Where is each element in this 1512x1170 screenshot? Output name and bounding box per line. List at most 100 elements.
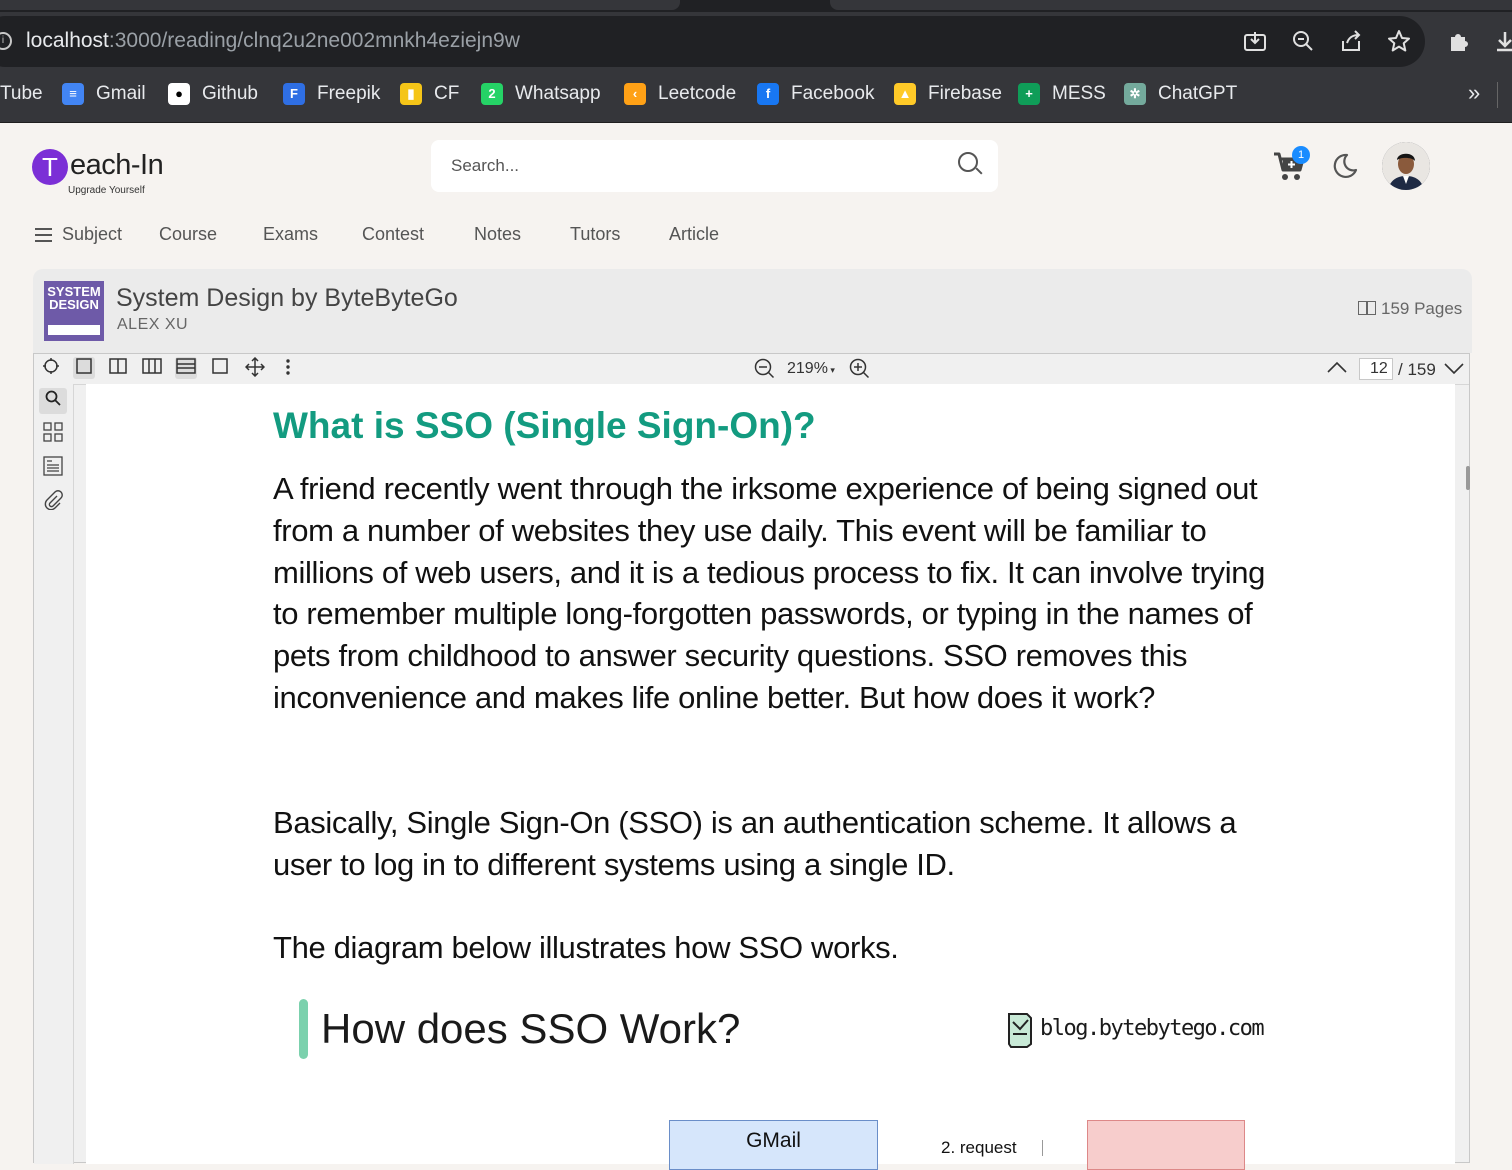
- zoom-in-icon[interactable]: [848, 357, 870, 379]
- previous-page-icon[interactable]: [1326, 357, 1348, 379]
- wrapped-scroll-icon[interactable]: [209, 357, 231, 379]
- nav-article[interactable]: Article: [669, 224, 719, 245]
- book-title: System Design by ByteByteGo: [116, 284, 458, 312]
- bookmark-label: Whatsapp: [515, 83, 601, 104]
- pan-tool-icon[interactable]: [244, 356, 266, 379]
- dual-page-view-icon[interactable]: [107, 357, 129, 379]
- zoom-level-select[interactable]: 219% ▾: [787, 360, 835, 378]
- bookmark-tube[interactable]: Tube: [0, 81, 43, 107]
- bookmark-freepik[interactable]: F Freepik: [283, 81, 380, 107]
- columns-view-icon[interactable]: [141, 357, 163, 379]
- user-avatar[interactable]: [1382, 142, 1430, 190]
- nav-contest[interactable]: Contest: [362, 224, 424, 245]
- theme-icon[interactable]: [40, 357, 62, 379]
- paragraph: The diagram below illustrates how SSO wo…: [273, 930, 899, 965]
- outline-icon[interactable]: [39, 456, 67, 482]
- thumbnails-icon[interactable]: [39, 422, 67, 448]
- leetcode-icon: ‹: [624, 83, 646, 105]
- book-author: ALEX XU: [117, 316, 189, 333]
- bookmark-firebase[interactable]: ▲ Firebase: [894, 81, 1002, 107]
- section-heading: What is SSO (Single Sign-On)?: [273, 405, 816, 446]
- nav-notes[interactable]: Notes: [474, 224, 521, 245]
- bookmark-cf[interactable]: ▮ CF: [400, 81, 459, 107]
- plus-icon: +: [1018, 83, 1040, 105]
- bookmark-facebook[interactable]: f Facebook: [757, 81, 874, 107]
- bookmark-label: Tube: [0, 83, 43, 104]
- diagram-accent-bar: [299, 999, 308, 1059]
- bookmark-label: Gmail: [96, 83, 146, 104]
- book-page-count: 159 Pages: [1358, 299, 1462, 319]
- logo-text[interactable]: each-In: [70, 149, 164, 182]
- bookmark-star-icon[interactable]: [1386, 29, 1412, 55]
- bookmark-label: Github: [202, 83, 258, 104]
- book-icon: [1358, 301, 1376, 315]
- nav-exams[interactable]: Exams: [263, 224, 318, 245]
- page-count-text: 159 Pages: [1381, 299, 1463, 318]
- single-page-view-icon[interactable]: [73, 357, 95, 379]
- firebase-icon: ▲: [894, 83, 916, 105]
- diagram-node-label: GMail: [746, 1129, 801, 1152]
- menu-icon[interactable]: [35, 228, 52, 242]
- book-cover-line: SYSTEM: [47, 284, 101, 299]
- downloads-icon[interactable]: [1492, 29, 1512, 55]
- bookmark-whatsapp[interactable]: 2 Whatsapp: [481, 81, 601, 107]
- diagram-source: blog.bytebytego.com: [1040, 1016, 1265, 1041]
- bookmarks-overflow-button[interactable]: »: [1468, 80, 1480, 106]
- vertical-scroll-icon[interactable]: [175, 357, 197, 379]
- install-app-icon[interactable]: [1242, 29, 1268, 55]
- codeforces-icon: ▮: [400, 83, 422, 105]
- scrollbar-thumb[interactable]: [1466, 466, 1470, 490]
- whatsapp-icon: 2: [481, 83, 503, 105]
- page-number-input[interactable]: [1359, 358, 1393, 380]
- extensions-icon[interactable]: [1446, 29, 1472, 55]
- bookmark-gmail[interactable]: ≡ Gmail: [62, 81, 146, 107]
- diagram-title: How does SSO Work?: [321, 1005, 741, 1052]
- share-icon[interactable]: [1338, 29, 1364, 55]
- bookmark-label: Freepik: [317, 83, 381, 104]
- dark-mode-toggle-icon[interactable]: [1330, 152, 1358, 180]
- book-cover: SYSTEM DESIGN: [44, 281, 104, 341]
- search-icon[interactable]: [39, 388, 67, 414]
- bookmark-label: Firebase: [928, 83, 1002, 104]
- nav-course[interactable]: Course: [159, 224, 217, 245]
- diagram-node: [1087, 1120, 1245, 1170]
- bookmark-github[interactable]: ● Github: [168, 81, 258, 107]
- paragraph: Basically, Single Sign-On (SSO) is an au…: [273, 805, 1237, 882]
- attachments-icon[interactable]: [39, 490, 67, 516]
- zoom-out-icon[interactable]: [753, 357, 775, 379]
- cart-count-badge: 1: [1292, 146, 1310, 164]
- chatgpt-icon: ✲: [1124, 83, 1146, 105]
- freepik-icon: F: [283, 83, 305, 105]
- logo-icon[interactable]: T: [32, 149, 68, 185]
- bookmark-leetcode[interactable]: ‹ Leetcode: [624, 81, 736, 107]
- next-page-icon[interactable]: [1443, 357, 1465, 379]
- bookmarks-divider: [1497, 82, 1498, 108]
- logo-tagline: Upgrade Yourself: [68, 185, 145, 196]
- bookmark-label: MESS: [1052, 83, 1106, 104]
- gmail-icon: ≡: [62, 83, 84, 105]
- bookmark-chatgpt[interactable]: ✲ ChatGPT: [1124, 81, 1237, 107]
- search-input[interactable]: [449, 153, 933, 179]
- bookmark-label: Leetcode: [658, 83, 737, 104]
- diagram-connector: [1042, 1140, 1043, 1156]
- facebook-icon: f: [757, 83, 779, 105]
- bookmark-label: Facebook: [791, 83, 875, 104]
- bytebytego-logo-icon: [1006, 1010, 1034, 1048]
- search-icon[interactable]: [958, 152, 978, 172]
- url-text[interactable]: localhost:3000/reading/clnq2u2ne002mnkh4…: [26, 29, 520, 53]
- github-icon: ●: [168, 83, 190, 105]
- zoom-level-text: 219%: [787, 360, 828, 377]
- search-box: [431, 140, 998, 192]
- more-options-icon[interactable]: [277, 357, 299, 379]
- browser-tab[interactable]: [830, 0, 1512, 10]
- nav-subject[interactable]: Subject: [62, 224, 122, 245]
- nav-tutors[interactable]: Tutors: [570, 224, 620, 245]
- url-host: localhost: [26, 29, 109, 52]
- bookmark-label: CF: [434, 83, 460, 104]
- zoom-icon[interactable]: [1290, 29, 1316, 55]
- browser-tab[interactable]: [0, 0, 680, 10]
- book-cover-line: DESIGN: [49, 297, 99, 312]
- bookmark-mess[interactable]: + MESS: [1018, 81, 1106, 107]
- total-pages: / 159: [1398, 360, 1436, 379]
- bookmark-label: ChatGPT: [1158, 83, 1238, 104]
